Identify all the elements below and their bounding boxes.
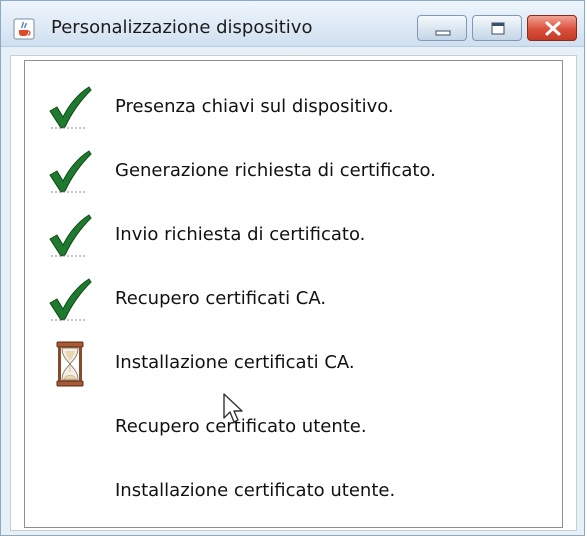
step-item: Presenza chiavi sul dispositivo. — [25, 81, 545, 133]
close-icon — [545, 21, 561, 36]
window-title: Personalizzazione dispositivo — [51, 17, 313, 38]
close-button[interactable] — [527, 15, 577, 41]
step-item: Recupero certificato utente. — [25, 401, 545, 453]
mouse-pointer-icon — [223, 393, 243, 423]
step-label: Installazione certificati CA. — [115, 352, 355, 373]
step-label: Recupero certificati CA. — [115, 288, 327, 309]
step-item: Installazione certificato utente. — [25, 465, 545, 517]
step-item: Recupero certificati CA. — [25, 273, 545, 325]
maximize-icon — [491, 22, 505, 35]
checkmark-icon — [49, 86, 92, 129]
checkmark-icon — [49, 278, 92, 321]
step-item: Generazione richiesta di certificato. — [25, 145, 545, 197]
checkmark-icon — [49, 214, 92, 257]
maximize-button[interactable] — [472, 15, 522, 41]
dialog-window: Personalizzazione dispositivo Presenza c… — [0, 0, 585, 536]
minimize-button[interactable] — [417, 15, 467, 41]
step-label: Installazione certificato utente. — [115, 480, 396, 501]
step-item: Invio richiesta di certificato. — [25, 209, 545, 261]
step-label: Presenza chiavi sul dispositivo. — [115, 96, 394, 117]
hourglass-icon — [56, 341, 84, 387]
checkmark-icon — [49, 150, 92, 193]
minimize-icon — [435, 30, 451, 36]
progress-steps-panel: Presenza chiavi sul dispositivo. Generaz… — [24, 60, 563, 528]
java-cup-icon — [13, 18, 35, 40]
dialog-content: Presenza chiavi sul dispositivo. Generaz… — [10, 55, 577, 531]
step-item: Installazione certificati CA. — [25, 337, 545, 389]
step-label: Generazione richiesta di certificato. — [115, 160, 436, 181]
title-bar[interactable]: Personalizzazione dispositivo — [1, 1, 584, 47]
step-label: Invio richiesta di certificato. — [115, 224, 366, 245]
